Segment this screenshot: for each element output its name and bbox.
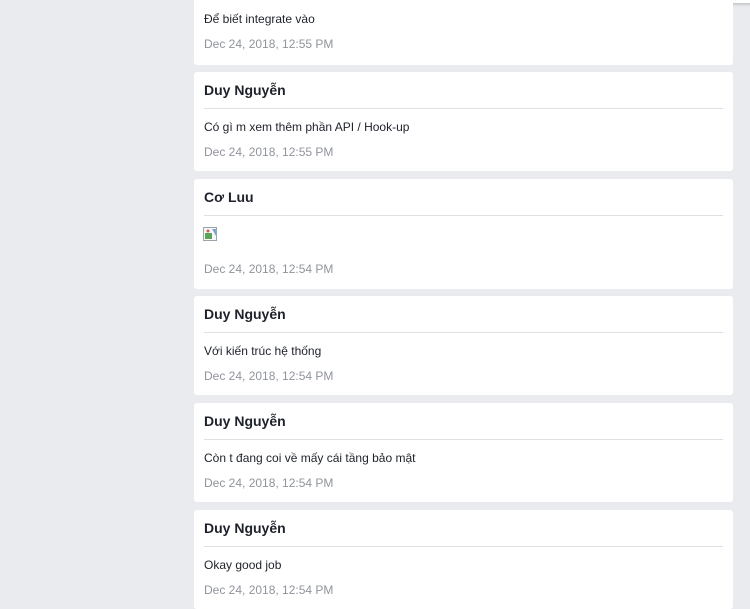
message-timestamp: Dec 24, 2018, 12:54 PM: [204, 583, 334, 597]
divider: [204, 108, 723, 109]
message-author[interactable]: Duy Nguyễn: [204, 82, 286, 98]
message-card: Duy Nguyễn Với kiến trúc hệ thống Dec 24…: [194, 296, 733, 395]
divider: [204, 546, 723, 547]
divider: [204, 439, 723, 440]
message-author[interactable]: Duy Nguyễn: [204, 520, 286, 536]
divider: [204, 215, 723, 216]
message-author[interactable]: Duy Nguyễn: [204, 413, 286, 429]
message-text: Có gì m xem thêm phần API / Hook-up: [204, 120, 410, 134]
message-timestamp: Dec 24, 2018, 12:54 PM: [204, 476, 334, 490]
divider: [204, 332, 723, 333]
message-card: Duy Nguyễn Có gì m xem thêm phần API / H…: [194, 72, 733, 171]
message-timestamp: Dec 24, 2018, 12:54 PM: [204, 262, 334, 276]
message-card: Duy Nguyễn Còn t đang coi về mấy cái tần…: [194, 403, 733, 502]
message-text: Để biết integrate vào: [204, 12, 315, 26]
message-card: Để biết integrate vào Dec 24, 2018, 12:5…: [194, 0, 733, 65]
message-timestamp: Dec 24, 2018, 12:54 PM: [204, 369, 334, 383]
message-text: Còn t đang coi về mấy cái tầng bảo mật: [204, 451, 416, 465]
broken-image-icon[interactable]: [203, 227, 217, 241]
message-card: Duy Nguyễn Okay good job Dec 24, 2018, 1…: [194, 510, 733, 609]
message-text: Okay good job: [204, 558, 282, 572]
message-timestamp: Dec 24, 2018, 12:55 PM: [204, 37, 334, 51]
message-author[interactable]: Duy Nguyễn: [204, 306, 286, 322]
message-timestamp: Dec 24, 2018, 12:55 PM: [204, 145, 334, 159]
message-text: Với kiến trúc hệ thống: [204, 344, 322, 358]
message-author[interactable]: Cơ Luu: [204, 189, 254, 205]
message-card: Cơ Luu Dec 24, 2018, 12:54 PM: [194, 179, 733, 289]
